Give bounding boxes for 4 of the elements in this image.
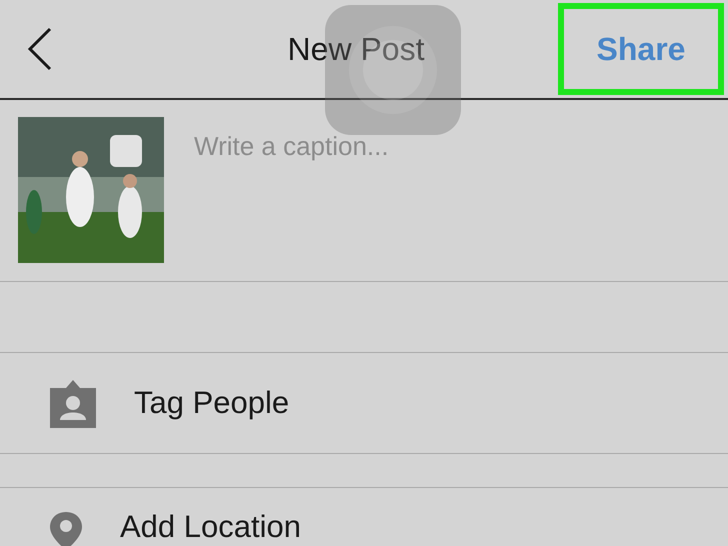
screen-title: New Post — [288, 30, 424, 69]
option-label[interactable]: Tag People — [134, 386, 290, 420]
back-icon[interactable] — [26, 27, 54, 71]
option-label[interactable]: Add Location — [120, 510, 301, 544]
